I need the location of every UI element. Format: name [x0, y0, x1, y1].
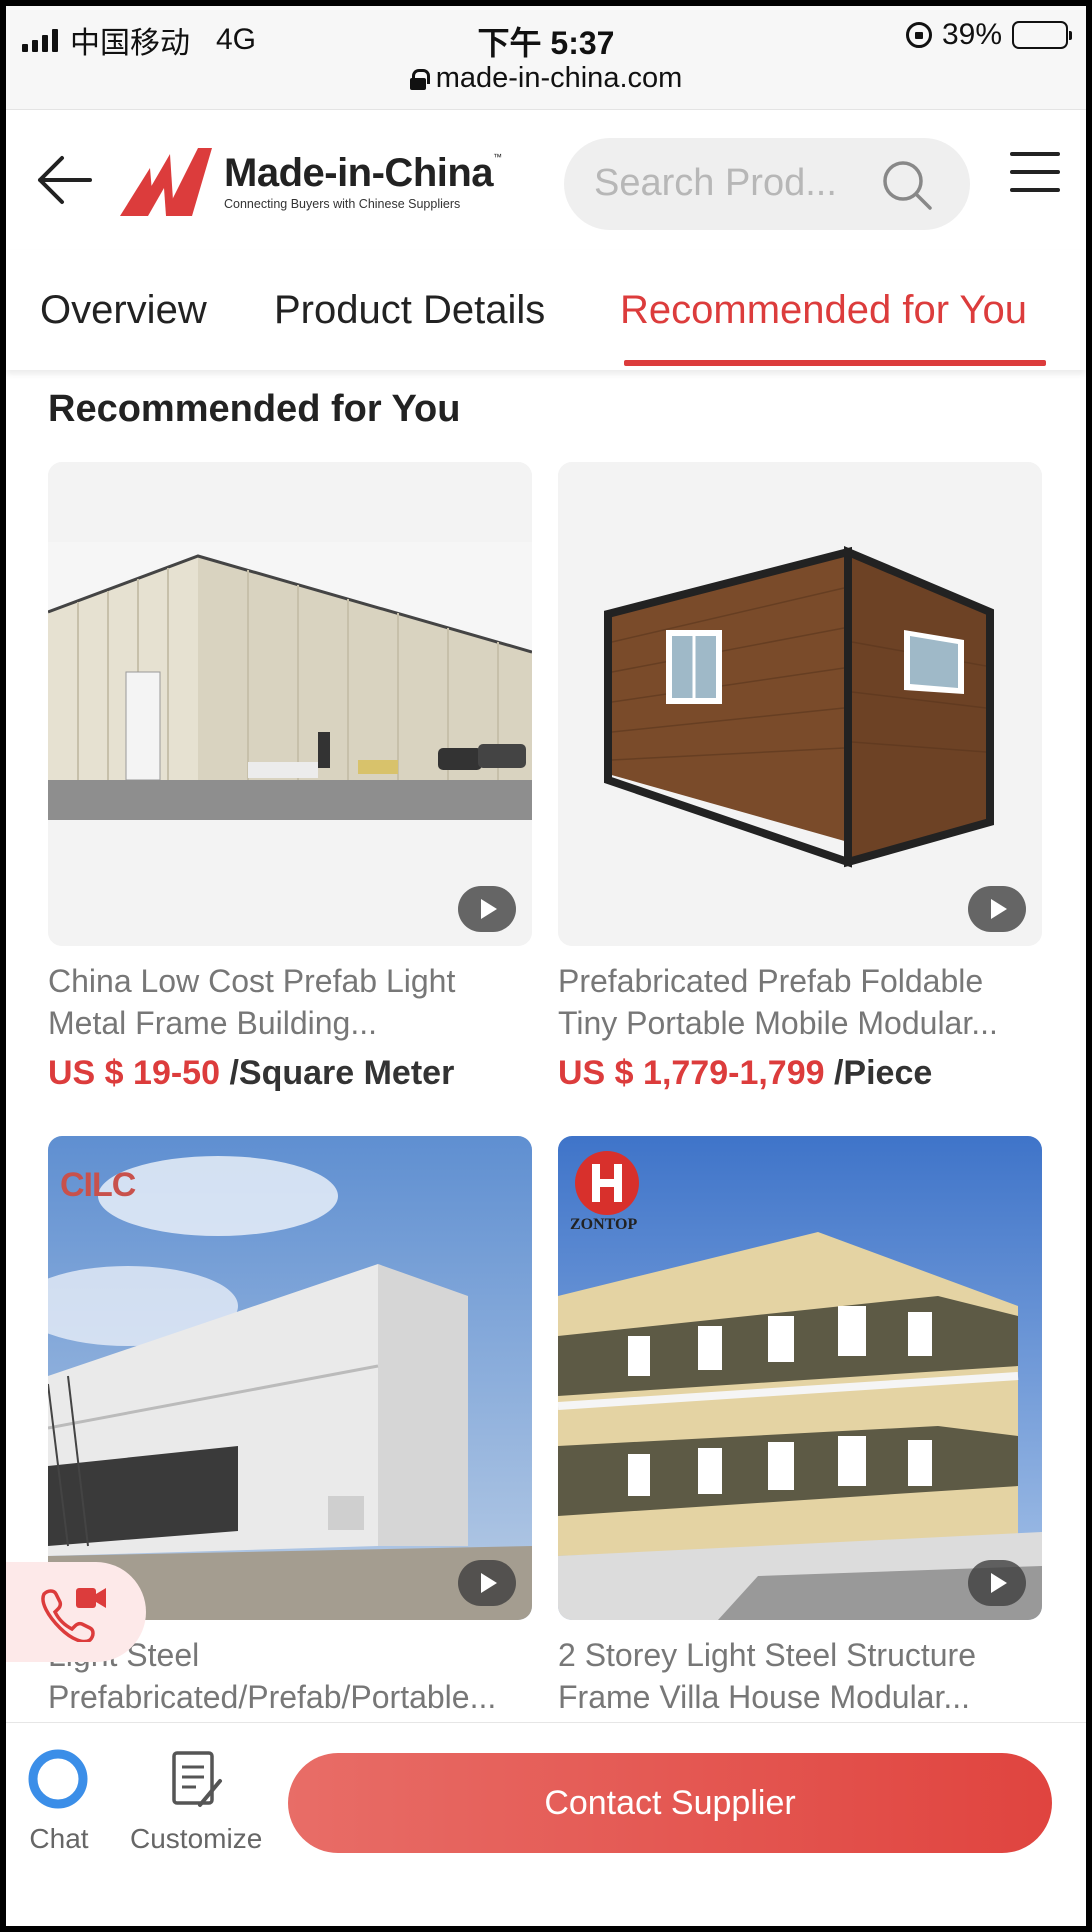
phone-screen: 中国移动 4G 下午 5:37 39% made-in-china.com Ma…	[6, 6, 1086, 1926]
customize-button[interactable]: Customize	[130, 1749, 262, 1855]
product-card[interactable]: ZONTOP 2 Storey Light Steel Structure Fr…	[558, 1136, 1042, 1718]
logo-text: Made-in-China™ Connecting Buyers with Ch…	[224, 151, 502, 212]
chat-label: Chat	[29, 1823, 89, 1854]
container-building-image	[48, 1136, 532, 1620]
container-house-image	[558, 462, 1042, 946]
status-bar: 中国移动 4G 下午 5:37 39% made-in-china.com	[6, 6, 1086, 110]
hamburger-menu-icon[interactable]	[1010, 152, 1060, 192]
product-title[interactable]: Prefabricated Prefab Foldable Tiny Porta…	[558, 960, 1042, 1044]
customize-document-icon	[172, 1751, 223, 1807]
video-play-icon[interactable]	[458, 886, 516, 932]
search-placeholder: Search Prod...	[594, 162, 837, 204]
battery-icon	[1012, 21, 1072, 49]
site-header: Made-in-China™ Connecting Buyers with Ch…	[6, 110, 1086, 250]
watermark-cilc: CILC	[60, 1166, 136, 1204]
video-play-icon[interactable]	[968, 1560, 1026, 1606]
product-card[interactable]: Prefabricated Prefab Foldable Tiny Porta…	[558, 462, 1042, 1093]
url-text: made-in-china.com	[435, 62, 683, 94]
site-logo[interactable]: Made-in-China™ Connecting Buyers with Ch…	[120, 146, 502, 218]
search-icon[interactable]	[880, 158, 934, 212]
zontop-logo-icon	[575, 1151, 639, 1215]
product-title[interactable]: China Low Cost Prefab Light Metal Frame …	[48, 960, 532, 1044]
product-title[interactable]: 2 Storey Light Steel Structure Frame Vil…	[558, 1634, 1042, 1718]
padlock-icon	[409, 68, 430, 90]
back-arrow-icon[interactable]	[32, 148, 96, 212]
section-title: Recommended for You	[48, 388, 461, 430]
url-bar[interactable]: made-in-china.com	[6, 62, 1086, 95]
product-image-villa[interactable]: ZONTOP	[558, 1136, 1042, 1620]
chat-button[interactable]: Chat	[28, 1749, 90, 1855]
phone-video-icon	[41, 1588, 106, 1642]
contact-supplier-button[interactable]: Contact Supplier	[288, 1753, 1052, 1853]
watermark-zontop: ZONTOP	[570, 1216, 638, 1233]
bottom-action-bar: Chat Customize Contact Supplier	[6, 1722, 1086, 1926]
product-card[interactable]: China Low Cost Prefab Light Metal Frame …	[48, 462, 532, 1093]
video-call-button[interactable]	[6, 1562, 146, 1662]
made-in-china-logo-icon	[120, 148, 212, 216]
video-play-icon[interactable]	[458, 1560, 516, 1606]
tab-recommended[interactable]: Recommended for You	[620, 288, 1027, 333]
battery-percent: 39%	[941, 18, 1002, 51]
chat-bubble-icon	[28, 1749, 88, 1809]
status-bar-right: 39%	[905, 18, 1072, 52]
customize-label: Customize	[130, 1823, 263, 1854]
product-image-container-house[interactable]	[558, 462, 1042, 946]
steel-warehouse-image	[48, 462, 532, 946]
product-image-container-building[interactable]: CILC	[48, 1136, 532, 1620]
product-price: US $ 1,779-1,799 /Piece	[558, 1054, 933, 1092]
logo-name: Made-in-China™	[224, 151, 502, 195]
product-image-warehouse[interactable]	[48, 462, 532, 946]
search-input[interactable]: Search Prod...	[564, 138, 970, 230]
tab-bar: Overview Product Details Recommended for…	[6, 250, 1086, 370]
product-price: US $ 19-50 /Square Meter	[48, 1054, 455, 1092]
active-tab-indicator	[624, 360, 1046, 366]
rotation-lock-icon	[905, 22, 932, 48]
video-play-icon[interactable]	[968, 886, 1026, 932]
tab-product-details[interactable]: Product Details	[274, 288, 545, 333]
logo-tagline: Connecting Buyers with Chinese Suppliers	[224, 197, 461, 211]
tab-overview[interactable]: Overview	[40, 288, 207, 333]
